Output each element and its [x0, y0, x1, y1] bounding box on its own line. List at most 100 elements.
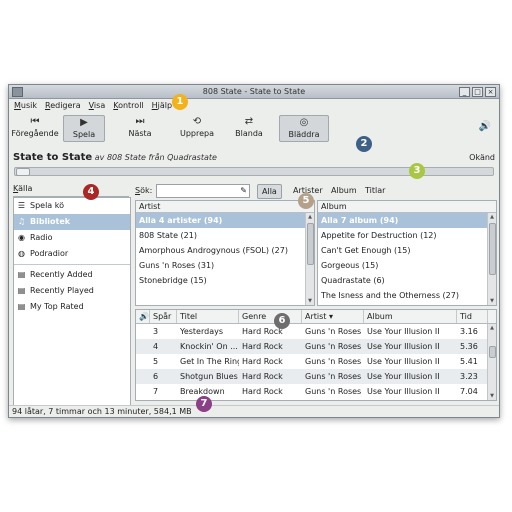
search-row: Sök: ✎ Alla Artister Album Titlar: [135, 183, 497, 199]
track-row[interactable]: 6 Shotgun Blues Hard Rock Guns 'n Roses Use …: [136, 369, 496, 384]
artist-row[interactable]: 808 State (21): [136, 228, 314, 243]
album-row[interactable]: Gorgeous (15): [318, 258, 496, 273]
podcast-icon: ◍: [18, 249, 25, 258]
maximize-icon[interactable]: □: [472, 87, 483, 97]
column-artist[interactable]: Artist ▾: [302, 310, 364, 323]
artist-row[interactable]: Amorphous Androgynous (FSOL) (27): [136, 243, 314, 258]
scroll-up-icon[interactable]: ▲: [488, 324, 496, 332]
playlist-recently-added[interactable]: ▤ Recently Added: [14, 267, 130, 283]
shuffle-button[interactable]: ⇄ Blanda: [227, 115, 271, 142]
track-row[interactable]: 3 Yesterdays Hard Rock Guns 'n Roses Use You…: [136, 324, 496, 339]
album-browser: Album Alla 7 album (94) Appetite for Des…: [317, 200, 497, 306]
seek-handle[interactable]: [16, 168, 30, 176]
playlist-top-rated[interactable]: ▤ My Top Rated: [14, 299, 130, 315]
menu-kontroll[interactable]: Kontroll: [113, 99, 143, 112]
window-controls: _ □ ×: [459, 87, 496, 97]
callout-3: 3: [409, 163, 425, 179]
column-track[interactable]: Spår: [150, 310, 177, 323]
scroll-thumb[interactable]: [489, 346, 496, 358]
track-scrollbar[interactable]: ▲ ▼: [487, 324, 496, 400]
column-time[interactable]: Tid: [457, 310, 488, 323]
track-cell: Guns 'n Roses: [305, 342, 362, 351]
source-item-library[interactable]: ♫ Bibliotek: [14, 214, 130, 230]
artist-row[interactable]: Alla 4 artister (94): [136, 213, 314, 228]
song-album: Quadrastate: [167, 153, 217, 162]
track-cell: Use Your Illusion II: [367, 372, 440, 381]
close-icon[interactable]: ×: [485, 87, 496, 97]
scroll-thumb[interactable]: [489, 223, 496, 275]
playlist-icon: ▤: [17, 302, 26, 311]
scroll-down-icon[interactable]: ▼: [488, 297, 496, 305]
album-row[interactable]: Appetite for Destruction (12): [318, 228, 496, 243]
menu-hjalp[interactable]: Hjälp: [152, 99, 172, 112]
search-input[interactable]: ✎: [156, 184, 250, 198]
scroll-up-icon[interactable]: ▲: [306, 213, 314, 221]
source-item-podcasts[interactable]: ◍ Podradior: [14, 246, 130, 262]
scroll-thumb[interactable]: [307, 223, 314, 265]
album-row[interactable]: Alla 7 album (94): [318, 213, 496, 228]
menu-musik[interactable]: Musik: [14, 99, 37, 112]
track-cell: Knockin' On ...: [180, 342, 238, 351]
column-genre[interactable]: Genre: [239, 310, 302, 323]
album-row[interactable]: Quadrastate (6): [318, 273, 496, 288]
filter-titles[interactable]: Titlar: [361, 184, 389, 197]
track-cell: 3: [153, 327, 159, 336]
track-header: 🔊 Spår Titel Genre Artist ▾ Album Tid: [136, 310, 496, 324]
source-list: ☰ Spela kö ♫ Bibliotek ◉ Radio ◍ Podradi…: [13, 197, 131, 417]
filter-all[interactable]: Alla: [257, 184, 282, 199]
play-button[interactable]: ▶ Spela: [63, 115, 105, 142]
track-cell: Hard Rock: [242, 372, 283, 381]
playlist-recently-played[interactable]: ▤ Recently Played: [14, 283, 130, 299]
repeat-button[interactable]: ⟲ Upprepa: [175, 115, 219, 142]
volume-icon[interactable]: 🔊: [479, 121, 491, 132]
album-scrollbar[interactable]: ▲ ▼: [487, 213, 496, 305]
filter-albums[interactable]: Album: [327, 184, 361, 197]
skip-back-icon: ⏮: [30, 116, 40, 127]
minimize-icon[interactable]: _: [459, 87, 470, 97]
scroll-up-icon[interactable]: ▲: [488, 213, 496, 221]
scroll-down-icon[interactable]: ▼: [306, 297, 314, 305]
column-album[interactable]: Album: [364, 310, 457, 323]
artist-row[interactable]: Stonebridge (15): [136, 273, 314, 288]
artist-header[interactable]: Artist: [136, 201, 314, 213]
track-cell: [136, 354, 150, 369]
previous-button[interactable]: ⏮ Föregående: [11, 115, 59, 142]
repeat-icon: ⟲: [192, 116, 202, 127]
album-row[interactable]: The Isness and the Otherness (27): [318, 288, 496, 303]
album-row[interactable]: Can't Get Enough (15): [318, 243, 496, 258]
source-item-queue[interactable]: ☰ Spela kö: [14, 198, 130, 214]
album-header[interactable]: Album: [318, 201, 496, 213]
clear-search-icon[interactable]: ✎: [240, 186, 247, 195]
track-row[interactable]: 5 Get In The Ring Hard Rock Guns 'n Roses Us…: [136, 354, 496, 369]
track-cell: Hard Rock: [242, 387, 283, 396]
status-text: 94 låtar, 7 timmar och 13 minuter, 584,1…: [12, 407, 192, 416]
callout-4: 4: [83, 184, 99, 200]
artist-scrollbar[interactable]: ▲ ▼: [305, 213, 314, 305]
source-item-radio[interactable]: ◉ Radio: [14, 230, 130, 246]
column-title[interactable]: Titel: [177, 310, 239, 323]
track-row[interactable]: 7 Breakdown Hard Rock Guns 'n Roses Use Your…: [136, 384, 496, 399]
track-cell: Hard Rock: [242, 342, 283, 351]
artist-row[interactable]: Guns 'n Roses (31): [136, 258, 314, 273]
playlist-icon: ▤: [17, 286, 26, 295]
browse-icon: ◎: [299, 117, 309, 128]
callout-2: 2: [356, 136, 372, 152]
elapsed-time: Okänd: [469, 153, 495, 162]
next-button[interactable]: ⏭ Nästa: [119, 115, 161, 142]
menu-redigera[interactable]: Redigera: [45, 99, 81, 112]
menu-bar: Musik Redigera Visa Kontroll Hjälp: [9, 99, 499, 112]
track-cell: [136, 339, 150, 354]
radio-icon: ◉: [18, 233, 25, 242]
track-row[interactable]: 4 Knockin' On ... Hard Rock Guns 'n Roses Us…: [136, 339, 496, 354]
menu-visa[interactable]: Visa: [89, 99, 106, 112]
browse-button[interactable]: ◎ Bläddra: [279, 115, 329, 142]
track-cell: Guns 'n Roses: [305, 357, 362, 366]
play-icon: ▶: [80, 117, 88, 128]
column-playing-icon[interactable]: 🔊: [136, 310, 150, 323]
scroll-down-icon[interactable]: ▼: [488, 392, 496, 400]
track-cell: Use Your Illusion II: [367, 327, 440, 336]
library-icon: ♫: [17, 217, 26, 226]
callout-7: 7: [196, 396, 212, 412]
track-cell: 5: [153, 357, 159, 366]
track-cell: 5.36: [460, 342, 478, 351]
